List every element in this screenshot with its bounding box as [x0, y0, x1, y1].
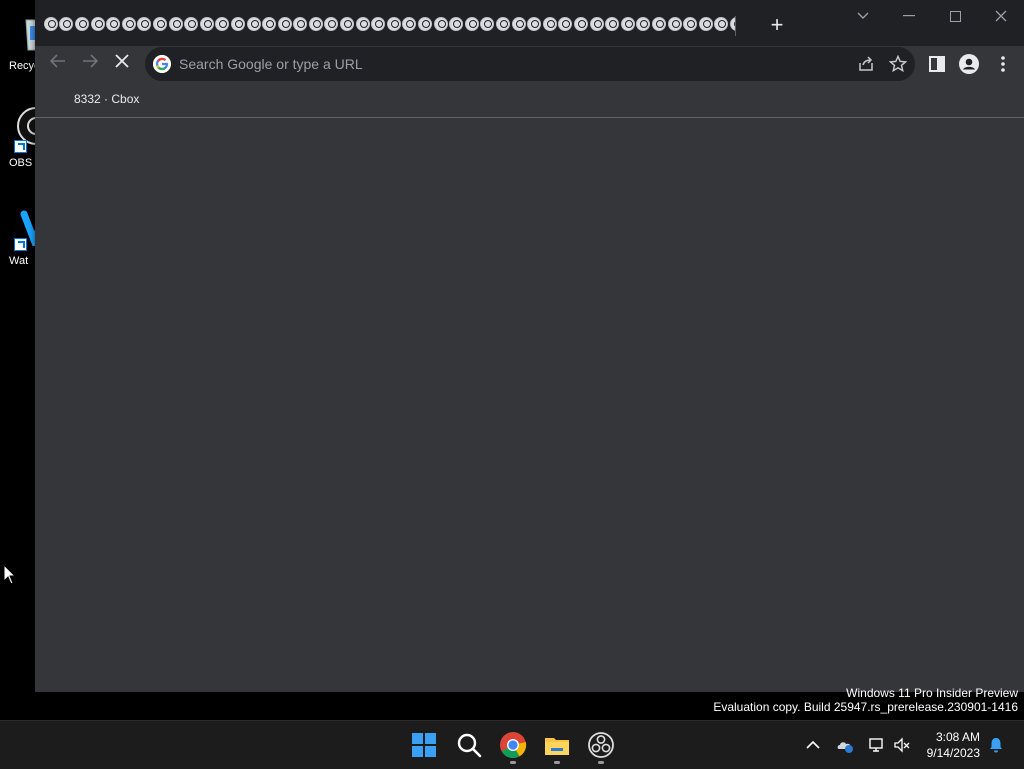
- tab-skull-favicon[interactable]: [464, 17, 479, 31]
- side-panel-icon[interactable]: [927, 54, 947, 74]
- tab-skull-favicon[interactable]: [714, 17, 729, 31]
- tab-skull-favicon[interactable]: [589, 17, 604, 31]
- tab-skull-favicon[interactable]: [90, 17, 105, 31]
- more-menu-icon[interactable]: [993, 54, 1013, 74]
- tab-skull-favicon[interactable]: [511, 17, 526, 31]
- network-icon[interactable]: [868, 736, 886, 754]
- tab-skull-favicon[interactable]: [199, 17, 214, 31]
- tab-skull-favicon[interactable]: [558, 17, 573, 31]
- google-icon: [153, 55, 171, 73]
- shortcut-arrow-icon: [14, 140, 27, 153]
- watermark-line-2: Evaluation copy. Build 25947.rs_prerelea…: [713, 700, 1018, 714]
- tab-skull-favicon[interactable]: [371, 17, 386, 31]
- clock-date: 9/14/2023: [926, 746, 980, 760]
- share-icon[interactable]: [857, 55, 875, 73]
- tab-skull-favicon[interactable]: [152, 17, 167, 31]
- tab-skull-favicon[interactable]: [215, 17, 230, 31]
- tab-skull-favicon[interactable]: [667, 17, 682, 31]
- mouse-cursor-icon: [3, 564, 17, 585]
- tab-skull-favicon[interactable]: [418, 17, 433, 31]
- tab-skull-favicon[interactable]: [262, 17, 277, 31]
- tab-skull-favicon[interactable]: [355, 17, 370, 31]
- shortcut-arrow-icon: [14, 238, 27, 251]
- tab-skull-favicon[interactable]: [230, 17, 245, 31]
- chrome-icon[interactable]: [499, 731, 527, 759]
- stop-loading-button[interactable]: [111, 53, 133, 75]
- tab-skull-favicon[interactable]: [480, 17, 495, 31]
- tab-skull-favicon[interactable]: [340, 17, 355, 31]
- tab-skull-favicon[interactable]: [636, 17, 651, 31]
- chevron-up-icon[interactable]: [804, 736, 822, 754]
- volume-muted-icon[interactable]: [893, 736, 911, 754]
- tab-skull-favicon[interactable]: [402, 17, 417, 31]
- tab-skull-favicon[interactable]: [59, 17, 74, 31]
- tab-skull-favicon[interactable]: [386, 17, 401, 31]
- arrow-left-icon: [49, 54, 65, 68]
- address-bar[interactable]: Search Google or type a URL: [145, 47, 915, 81]
- forward-button[interactable]: [79, 53, 101, 75]
- tab-skull-favicon[interactable]: [683, 17, 698, 31]
- close-icon: [995, 10, 1007, 22]
- chevron-down-icon: [857, 12, 869, 20]
- clock-time: 3:08 AM: [935, 730, 980, 744]
- minimize-icon: [903, 15, 915, 17]
- browser-toolbar: Search Google or type a URL: [35, 46, 1024, 82]
- obs-icon[interactable]: [587, 731, 615, 759]
- watermark-line-1: Windows 11 Pro Insider Preview: [846, 686, 1018, 700]
- back-button[interactable]: [47, 53, 69, 75]
- tab-skull-favicon[interactable]: [184, 17, 199, 31]
- search-input[interactable]: Search Google or type a URL: [179, 56, 363, 72]
- tab-skull-favicon[interactable]: [496, 17, 511, 31]
- maximize-button[interactable]: [935, 4, 975, 26]
- title-bar: +: [35, 0, 1024, 46]
- system-clock[interactable]: 3:08 AM 9/14/2023: [927, 729, 980, 761]
- running-indicator: [554, 761, 560, 764]
- taskbar: 3:08 AM 9/14/2023: [0, 720, 1024, 769]
- tab-divider: [735, 16, 736, 36]
- tab-skull-favicon[interactable]: [324, 17, 339, 31]
- tab-skull-favicon[interactable]: [137, 17, 152, 31]
- onedrive-icon[interactable]: [836, 736, 854, 754]
- search-icon[interactable]: [455, 731, 483, 759]
- close-button[interactable]: [981, 4, 1021, 26]
- profile-avatar-icon[interactable]: [959, 54, 979, 74]
- tab-skull-favicon[interactable]: [308, 17, 323, 31]
- tab-search-button[interactable]: [843, 4, 883, 26]
- star-icon[interactable]: [889, 55, 907, 73]
- tab-skull-favicon[interactable]: [573, 17, 588, 31]
- tab-skull-favicon[interactable]: [74, 17, 89, 31]
- tab-skull-favicon[interactable]: [121, 17, 136, 31]
- maximize-icon: [949, 10, 961, 22]
- tab-skull-favicon[interactable]: [527, 17, 542, 31]
- tab-skull-favicon[interactable]: [293, 17, 308, 31]
- tab-skull-favicon[interactable]: [620, 17, 635, 31]
- close-icon: [115, 54, 129, 68]
- start-icon[interactable]: [410, 731, 438, 759]
- bookmark-item[interactable]: 8332 · Cbox: [74, 92, 139, 106]
- tab-skull-favicon[interactable]: [449, 17, 464, 31]
- running-indicator: [598, 761, 604, 764]
- notification-bell-icon[interactable]: [987, 736, 1005, 754]
- file-explorer-icon[interactable]: [543, 731, 571, 759]
- tab-skull-favicon[interactable]: [246, 17, 261, 31]
- windows-watermark: Windows 11 Pro Insider Preview Evaluatio…: [713, 686, 1018, 714]
- chrome-window: + Search Google or type a URL 8332 · Cbo…: [35, 0, 1024, 692]
- tab-skull-favicon[interactable]: [605, 17, 620, 31]
- tab-skull-favicon[interactable]: [43, 17, 58, 31]
- running-indicator: [510, 761, 516, 764]
- page-content: [35, 118, 1024, 692]
- tab-skull-favicon[interactable]: [433, 17, 448, 31]
- new-tab-button[interactable]: +: [765, 14, 789, 38]
- bookmarks-bar: 8332 · Cbox: [35, 82, 1024, 118]
- tab-skull-favicon[interactable]: [542, 17, 557, 31]
- tab-skull-favicon[interactable]: [277, 17, 292, 31]
- arrow-right-icon: [83, 54, 99, 68]
- tab-skull-favicon[interactable]: [168, 17, 183, 31]
- tab-skull-favicon[interactable]: [651, 17, 666, 31]
- minimize-button[interactable]: [889, 4, 929, 26]
- tab-skull-favicon[interactable]: [106, 17, 121, 31]
- tab-skull-favicon[interactable]: [698, 17, 713, 31]
- tab-strip: [43, 14, 735, 38]
